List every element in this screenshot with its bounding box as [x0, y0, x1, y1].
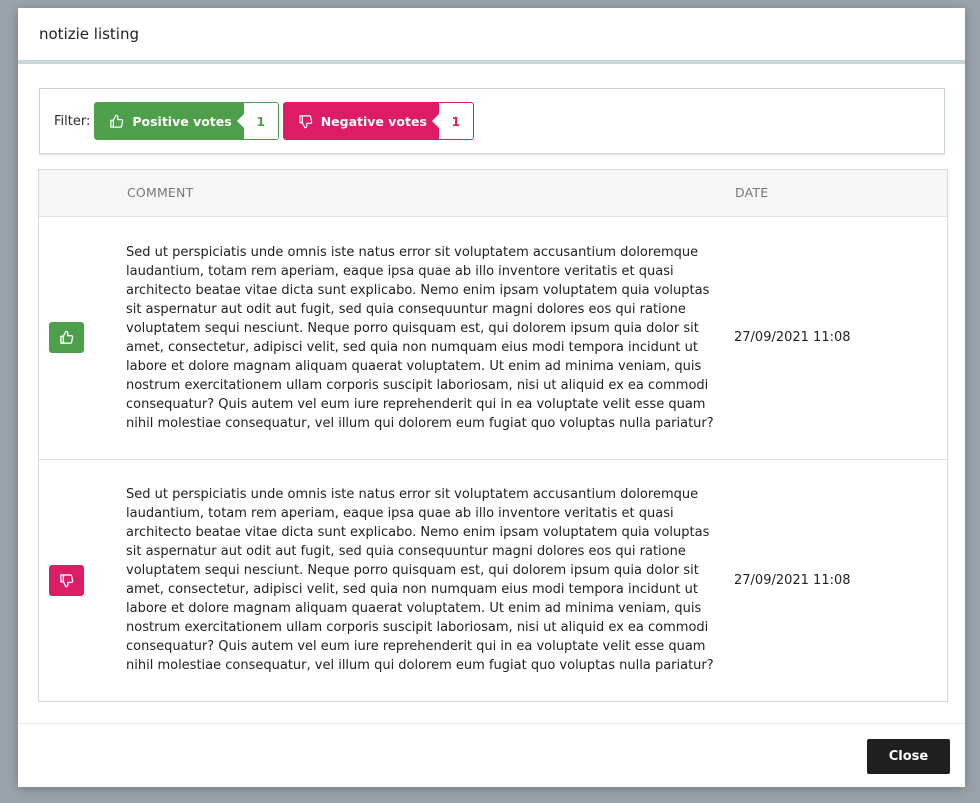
comment-text: Sed ut perspiciatis unde omnis iste natu… [126, 244, 714, 431]
positive-vote-badge [49, 322, 84, 353]
thumbs-down-icon [298, 114, 312, 128]
modal-footer: Close [18, 723, 965, 787]
table-row: Sed ut perspiciatis unde omnis iste natu… [39, 459, 947, 701]
column-date: DATE [735, 185, 769, 201]
modal-title: notizie listing [39, 25, 139, 43]
positive-votes-main: Positive votes [95, 103, 244, 139]
negative-vote-badge [49, 564, 84, 596]
table-row: Sed ut perspiciatis unde omnis iste natu… [39, 216, 947, 459]
column-comment: COMMENT [127, 185, 194, 201]
table-header-row: COMMENT DATE [39, 170, 947, 216]
positive-votes-count: 1 [236, 103, 278, 139]
filter-label: Filter: [54, 113, 91, 129]
comment-date: 27/09/2021 11:08 [734, 330, 851, 345]
negative-votes-filter-button[interactable]: Negative votes 1 [282, 102, 474, 140]
positive-votes-label: Positive votes [132, 113, 232, 129]
negative-votes-main: Negative votes [283, 103, 439, 139]
comments-table: COMMENT DATE Sed ut perspiciatis unde om… [38, 169, 948, 702]
thumbs-up-icon [110, 114, 124, 128]
modal-header: notizie listing [18, 8, 965, 64]
filter-bar: Filter: Positive votes 1 Negative votes … [39, 88, 945, 154]
comment-text: Sed ut perspiciatis unde omnis iste natu… [126, 487, 714, 674]
thumbs-down-icon [60, 573, 74, 588]
positive-votes-filter-button[interactable]: Positive votes 1 [94, 102, 279, 140]
comment-date: 27/09/2021 11:08 [734, 572, 851, 588]
notizie-modal: notizie listing Filter: Positive votes 1… [18, 8, 965, 787]
thumbs-up-icon [60, 330, 74, 344]
close-button[interactable]: Close [867, 739, 950, 774]
column-vote [39, 170, 126, 216]
negative-votes-count: 1 [431, 103, 473, 139]
negative-votes-label: Negative votes [320, 113, 427, 129]
